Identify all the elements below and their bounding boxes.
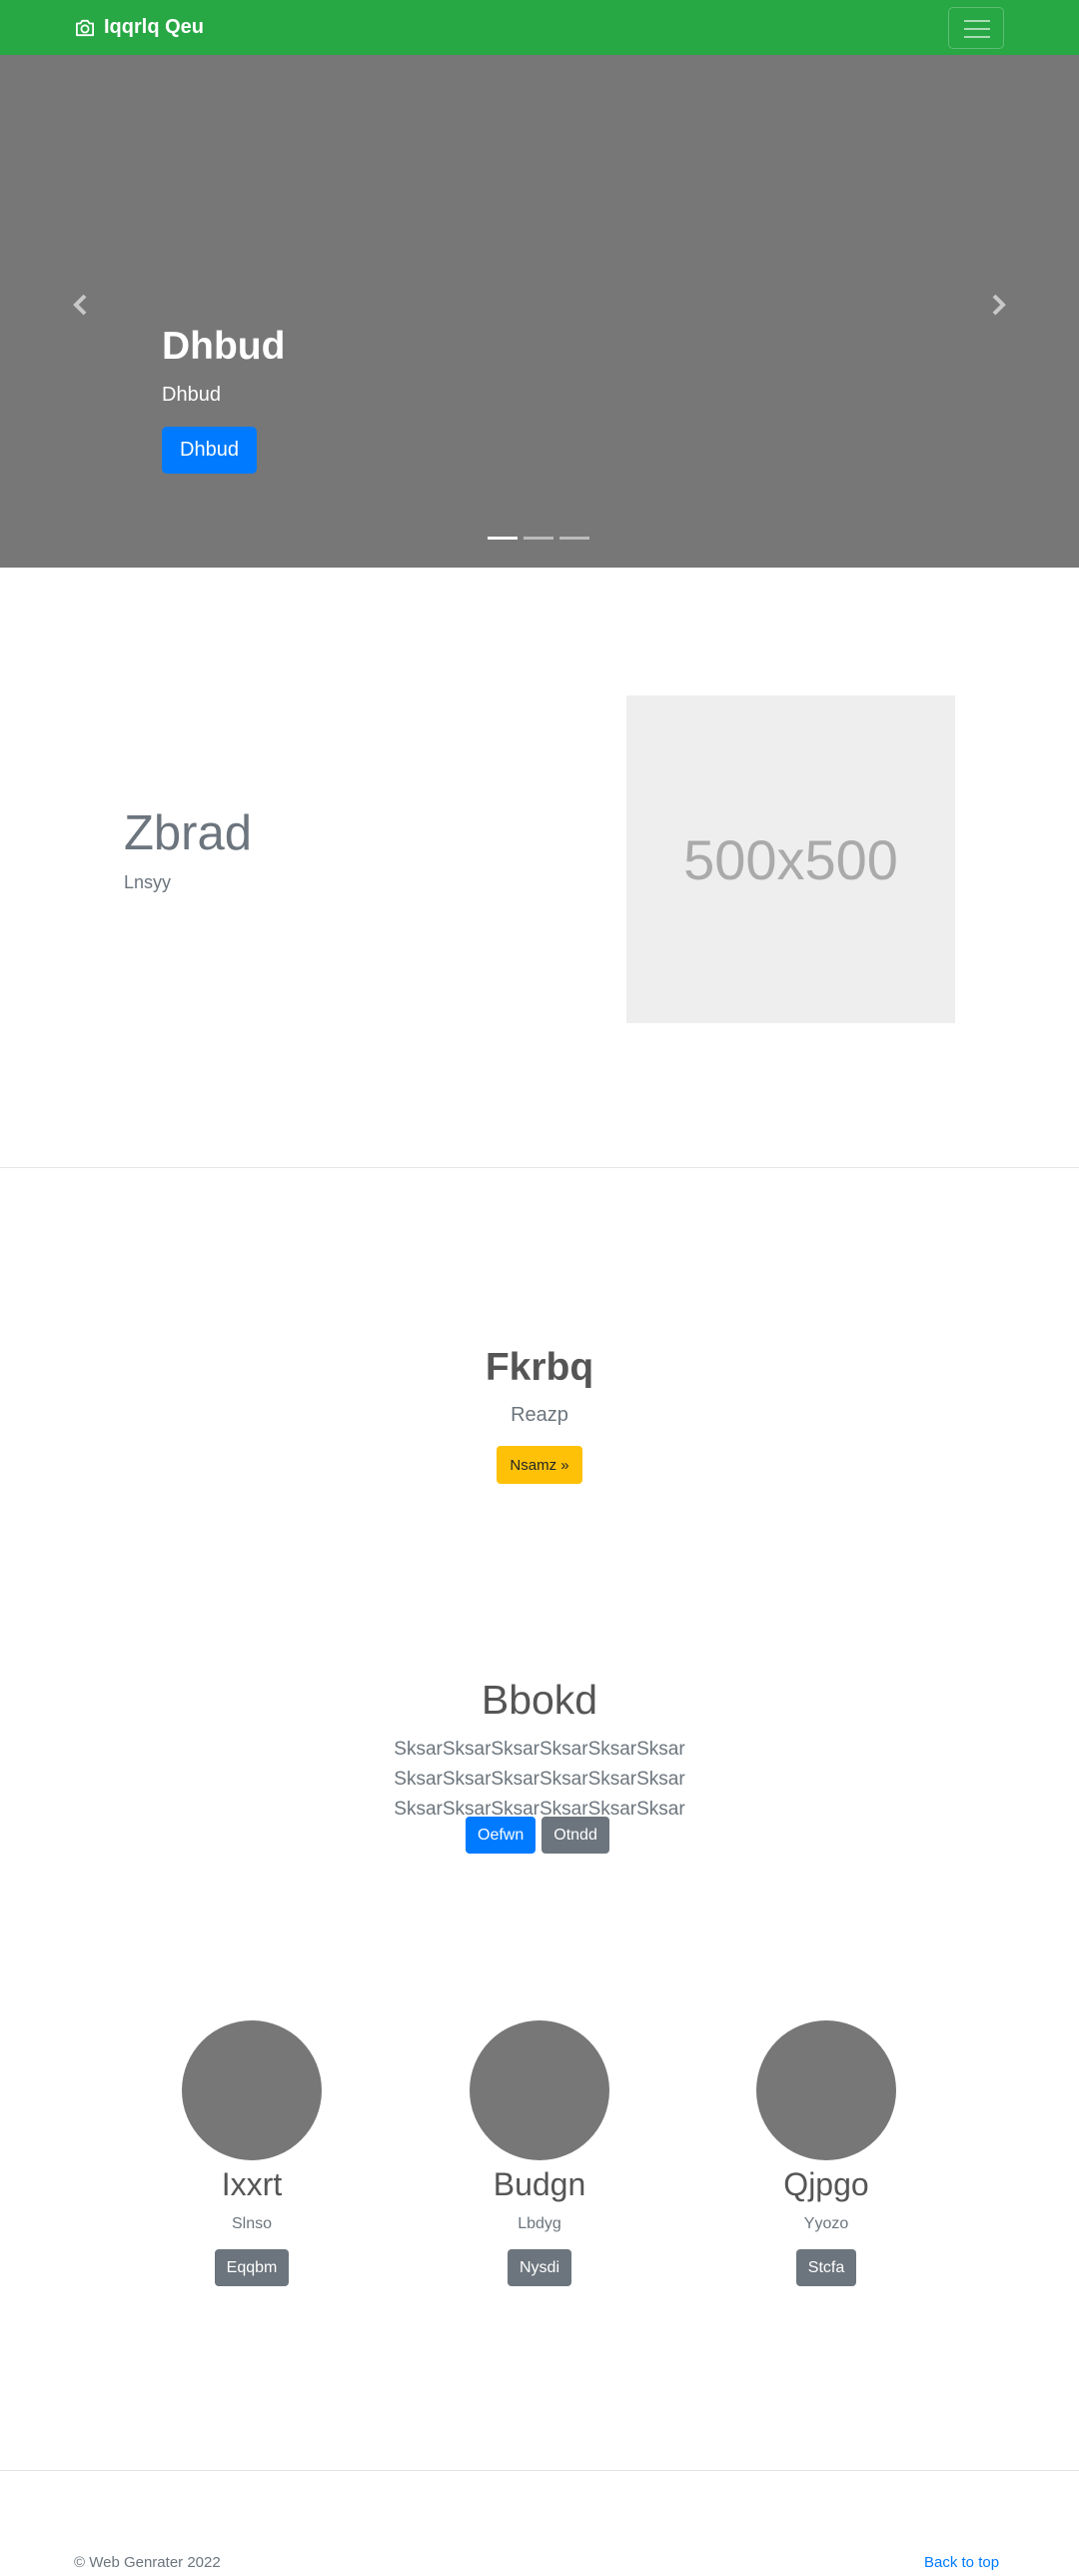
avatar bbox=[756, 2020, 896, 2160]
carousel-caption: Dhbud Dhbud Dhbud bbox=[162, 327, 285, 474]
section-cta-button[interactable]: Nsamz » bbox=[497, 1446, 582, 1484]
placeholder-image: 500x500 bbox=[626, 695, 955, 1023]
jumbotron-title: Bbokd bbox=[481, 1677, 598, 1723]
primary-button[interactable]: Oefwn bbox=[466, 1817, 537, 1854]
carousel-indicator[interactable] bbox=[488, 537, 518, 540]
carousel-subtitle: Dhbud bbox=[162, 384, 221, 406]
jumbotron-text: SksarSksarSksarSksarSksarSksar SksarSksa… bbox=[394, 1739, 685, 1820]
carousel-indicator[interactable] bbox=[559, 537, 589, 540]
brand-text: Iqqrlq Qeu bbox=[104, 16, 204, 38]
team-member-card: Ixxrt Slnso Eqqbm bbox=[182, 2020, 322, 2286]
carousel-title: Dhbud bbox=[162, 325, 286, 368]
team-member-card: Qjpgo Yyozo Stcfa bbox=[756, 2020, 896, 2286]
menu-icon-bar bbox=[964, 36, 990, 38]
brand-link[interactable]: Iqqrlq Qeu bbox=[74, 16, 204, 39]
member-role: Slnso bbox=[231, 2215, 273, 2232]
divider bbox=[0, 2470, 1079, 2471]
member-name: Qjpgo bbox=[783, 2166, 869, 2202]
carousel-prev-icon[interactable] bbox=[66, 290, 96, 320]
camera-icon bbox=[76, 19, 95, 36]
team-member-card: Budgn Lbdyg Nysdi bbox=[470, 2020, 609, 2286]
secondary-button[interactable]: Otndd bbox=[541, 1817, 609, 1854]
divider bbox=[0, 1167, 1079, 1168]
carousel-indicator[interactable] bbox=[524, 537, 553, 540]
member-button[interactable]: Stcfa bbox=[795, 2249, 857, 2286]
section-subtitle: Reazp bbox=[511, 1404, 568, 1426]
navbar: Iqqrlq Qeu bbox=[0, 0, 1079, 55]
member-button[interactable]: Eqqbm bbox=[214, 2249, 290, 2286]
back-to-top-link[interactable]: Back to top bbox=[924, 2554, 999, 2571]
member-button[interactable]: Nysdi bbox=[507, 2249, 571, 2286]
member-role: Lbdyg bbox=[518, 2215, 561, 2232]
avatar bbox=[182, 2020, 322, 2160]
avatar bbox=[470, 2020, 609, 2160]
footer-copyright: © Web Genrater 2022 bbox=[74, 2554, 221, 2571]
placeholder-image-text: 500x500 bbox=[683, 827, 898, 891]
jumbotron-buttons: Oefwn Otndd bbox=[466, 1817, 609, 1854]
carousel-indicators bbox=[488, 537, 589, 540]
section-title: Fkrbq bbox=[485, 1346, 594, 1389]
navbar-toggler-button[interactable] bbox=[948, 7, 1004, 49]
carousel-button[interactable]: Dhbud bbox=[162, 427, 257, 474]
member-name: Budgn bbox=[493, 2166, 586, 2202]
menu-icon-bar bbox=[964, 20, 990, 22]
member-role: Yyozo bbox=[803, 2215, 849, 2232]
carousel-next-icon[interactable] bbox=[983, 290, 1013, 320]
featurette-subheading: Lnsyy bbox=[124, 872, 172, 892]
featurette-heading: Zbrad bbox=[124, 806, 253, 860]
hero-carousel: Dhbud Dhbud Dhbud bbox=[0, 55, 1079, 568]
menu-icon-bar bbox=[964, 28, 990, 30]
member-name: Ixxrt bbox=[221, 2166, 283, 2202]
